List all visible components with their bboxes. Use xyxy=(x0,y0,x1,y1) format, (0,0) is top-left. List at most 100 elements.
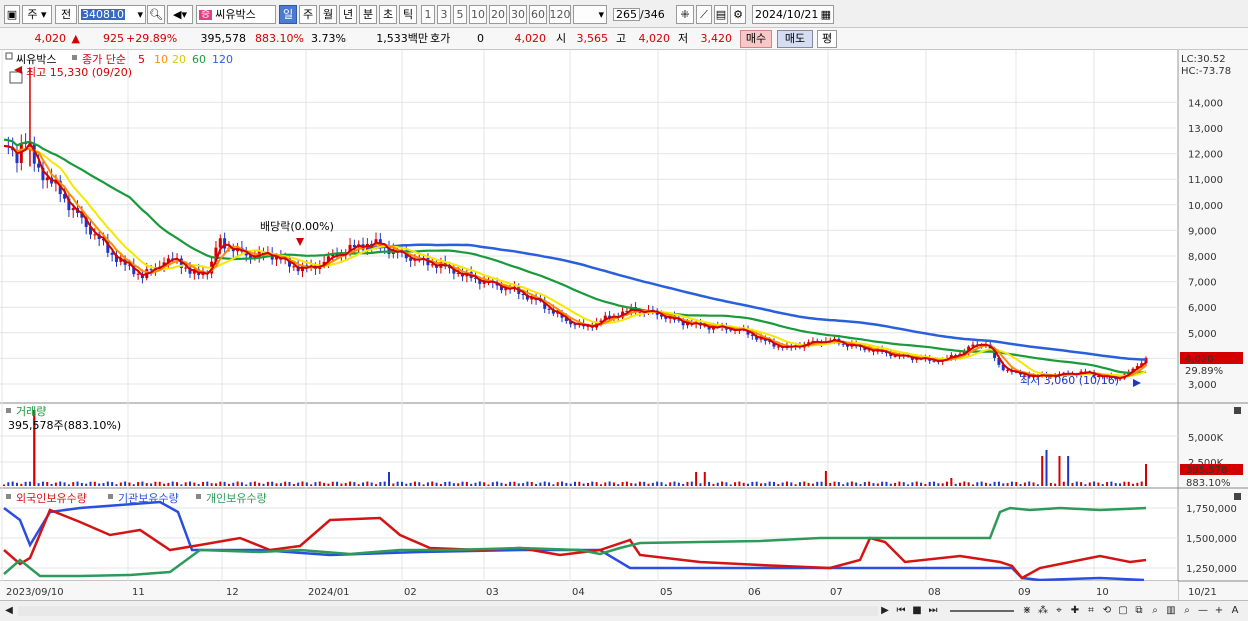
buy-button[interactable]: 매수 xyxy=(740,30,772,48)
close-panel-icon[interactable] xyxy=(1234,407,1241,414)
close-panel-icon[interactable] xyxy=(1234,493,1241,500)
interval-30[interactable]: 30 xyxy=(509,5,527,24)
volume-bar xyxy=(993,481,996,486)
volume-bar xyxy=(984,482,987,486)
volume-bar xyxy=(405,483,408,486)
interval-20[interactable]: 20 xyxy=(489,5,507,24)
current-price-tag-text: 4,020 xyxy=(1185,354,1214,365)
hold-tick-1500000: 1,500,000 xyxy=(1186,534,1237,545)
tab-tick[interactable]: 틱 xyxy=(399,5,417,24)
crosshair-icon[interactable]: ⁜ xyxy=(676,5,694,24)
period-type-select[interactable]: 주 ▾ xyxy=(22,5,52,24)
volume-bar xyxy=(310,484,313,486)
tool-icon[interactable]: ✚ xyxy=(1068,603,1082,619)
layout-icon[interactable]: ▣ xyxy=(4,5,20,24)
interval-1[interactable]: 1 xyxy=(421,5,435,24)
scroll-left-icon[interactable]: ◀ xyxy=(2,603,16,619)
volume-bar xyxy=(617,484,620,486)
zoom-slider[interactable] xyxy=(950,610,1014,612)
count-input[interactable]: 265 xyxy=(613,8,640,21)
stock-name-box[interactable]: 증 씨유박스 xyxy=(196,5,276,24)
tool-icon[interactable]: ⌗ xyxy=(1084,603,1098,619)
volume-bar xyxy=(734,482,737,486)
volume-bar xyxy=(418,482,421,486)
search-icon[interactable]: 🔍︎ xyxy=(147,5,165,24)
volume-bar xyxy=(928,481,931,486)
volume-bar xyxy=(223,481,226,486)
interval-3[interactable]: 3 xyxy=(437,5,451,24)
minus-icon[interactable]: — xyxy=(1196,603,1210,619)
volume-bar xyxy=(816,481,819,486)
volume-bar xyxy=(210,483,213,486)
volume-bar xyxy=(621,482,624,486)
tool-icon[interactable]: ⟲ xyxy=(1100,603,1114,619)
volume-bar xyxy=(1049,482,1052,486)
scroll-track[interactable] xyxy=(18,606,878,616)
rewind-icon[interactable]: ⏮ xyxy=(894,603,908,619)
font-size-icon[interactable]: A xyxy=(1228,603,1242,619)
volume-bar xyxy=(777,484,780,486)
volume-bar xyxy=(1084,484,1087,486)
tab-second[interactable]: 초 xyxy=(379,5,397,24)
interval-custom-select[interactable]: ▾ xyxy=(573,5,607,24)
fast-forward-icon[interactable]: ⏭ xyxy=(926,603,940,619)
interval-label: 5 xyxy=(456,8,464,21)
volume-bar xyxy=(660,482,663,486)
tool-icon[interactable]: ▥ xyxy=(1164,603,1178,619)
tab-week[interactable]: 주 xyxy=(299,5,317,24)
toolbar: ▣ 주 ▾ 전 340810 ▾ 🔍︎ ◀▾ 증 씨유박스 일 주 월 년 분 초 … xyxy=(0,0,1248,28)
interval-label: 60 xyxy=(531,8,545,21)
volume-bar xyxy=(1019,484,1022,486)
interval-5[interactable]: 5 xyxy=(453,5,467,24)
volume-bar xyxy=(98,483,101,486)
interval-120[interactable]: 120 xyxy=(549,5,571,24)
speaker-icon[interactable]: ◀▾ xyxy=(167,5,193,24)
scroll-bar[interactable]: ◀ ▶ ⏮ ■ ⏭ ⋇ ⁂ ⌖ ✚ ⌗ ⟲ ▢ ⧉ ⌕ ▥ ⌕ — + A xyxy=(0,600,1248,621)
volume-bar xyxy=(111,482,114,486)
tool-icon[interactable]: ⌖ xyxy=(1052,603,1066,619)
tool-icon[interactable]: ⌕ xyxy=(1148,603,1162,619)
volume-bar xyxy=(63,482,66,486)
volume-bar xyxy=(491,482,494,486)
volume-bar xyxy=(245,484,248,486)
volume-bar xyxy=(764,483,767,486)
volume-bar xyxy=(1045,450,1048,486)
current-pct-text: 29.89% xyxy=(1185,366,1223,377)
interval-10[interactable]: 10 xyxy=(469,5,487,24)
x-label: 05 xyxy=(660,587,673,598)
candle-body xyxy=(71,208,75,211)
tool-icon[interactable]: ⧉ xyxy=(1132,603,1146,619)
save-icon[interactable]: ▤ xyxy=(714,5,728,24)
tool-icon[interactable]: ⁂ xyxy=(1036,603,1050,619)
volume-bar xyxy=(907,484,910,486)
tab-year[interactable]: 년 xyxy=(339,5,357,24)
stop-icon[interactable]: ■ xyxy=(910,603,924,619)
lc-label: LC:30.52 xyxy=(1181,54,1226,65)
volume-bar xyxy=(115,484,118,486)
scroll-right-icon[interactable]: ▶ xyxy=(878,603,892,619)
code-input[interactable]: 340810 ▾ xyxy=(78,5,146,24)
tab-month[interactable]: 월 xyxy=(319,5,337,24)
legend-individual: 개인보유수량 xyxy=(206,492,267,505)
tool-icon[interactable]: ▢ xyxy=(1116,603,1130,619)
volume-bar xyxy=(357,484,360,486)
date-field[interactable]: 2024/10/21 ▦ xyxy=(752,5,834,24)
volume-bar xyxy=(716,482,719,486)
tool-icon[interactable]: ⋇ xyxy=(1020,603,1034,619)
x-label: 10 xyxy=(1096,587,1109,598)
eval-button[interactable]: 평 xyxy=(817,30,837,48)
tab-day[interactable]: 일 xyxy=(279,5,297,24)
market-button[interactable]: 전 xyxy=(55,5,77,24)
volume-bar xyxy=(677,482,680,486)
sell-button[interactable]: 매도 xyxy=(777,30,813,48)
calculator-icon[interactable] xyxy=(9,71,23,84)
zoom-icon[interactable]: ⌕ xyxy=(1180,603,1194,619)
gear-icon[interactable]: ⚙ xyxy=(730,5,746,24)
draw-line-icon[interactable]: ⟋ xyxy=(696,5,712,24)
plus-icon[interactable]: + xyxy=(1212,603,1226,619)
volume-title: 거래량 xyxy=(16,405,46,418)
tab-minute[interactable]: 분 xyxy=(359,5,377,24)
volume-bar xyxy=(760,483,763,486)
interval-60[interactable]: 60 xyxy=(529,5,547,24)
chart-area[interactable]: 씨유박스 종가 단순 5 10 20 60 120 최고 15,330 (09/… xyxy=(0,50,1248,600)
